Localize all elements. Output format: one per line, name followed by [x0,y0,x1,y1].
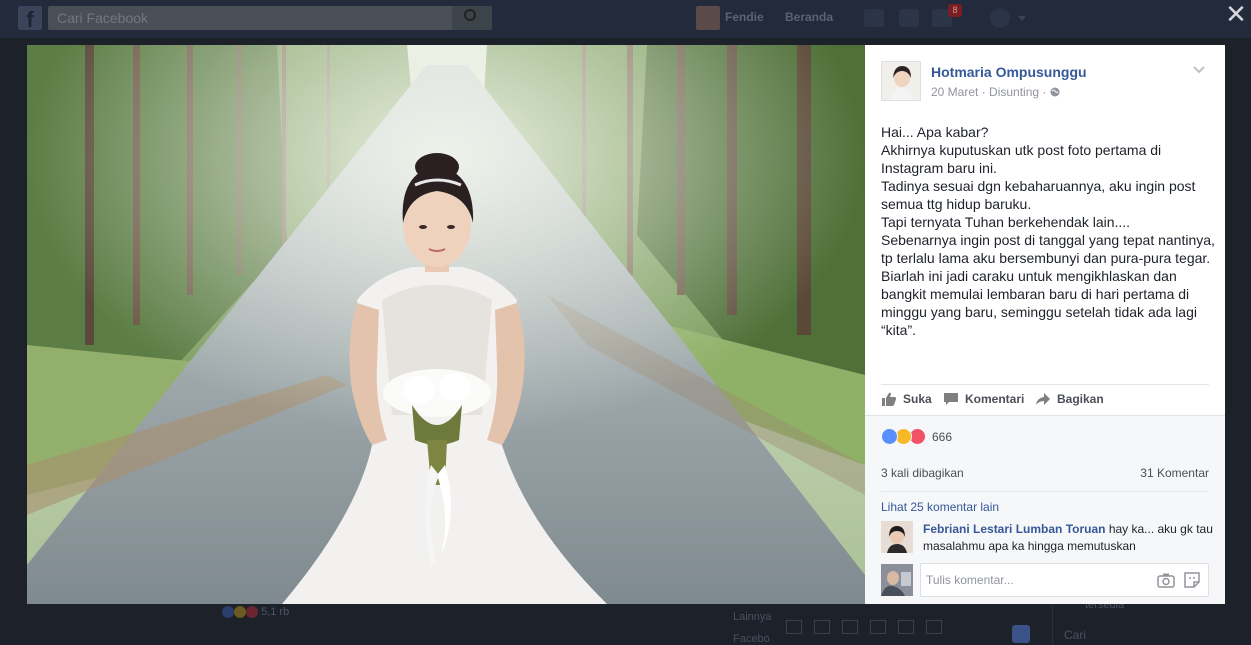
post-panel: Hotmaria Ompusunggu 20 Maret · Disunting… [865,45,1225,604]
background-reaction-count: 5,1 rb [261,606,290,618]
post-edited-label[interactable]: Disunting [989,85,1039,99]
background-strip-icon [870,620,886,634]
post-photo[interactable] [27,45,865,604]
background-strip-icon [786,620,802,634]
current-user-avatar [881,564,913,596]
commenter-avatar[interactable] [881,521,913,553]
nav-avatar[interactable] [696,6,720,30]
notification-badge: 8 [948,4,962,17]
chevron-down-icon[interactable] [1192,64,1206,76]
share-icon [1036,393,1050,405]
close-icon[interactable]: ✕ [1224,1,1248,27]
comment-author[interactable]: Febriani Lestari Lumban Toruan [923,522,1105,536]
author-avatar-image [882,62,920,100]
commenter-avatar-image [881,521,913,553]
background-like-icon [1012,625,1030,643]
camera-icon[interactable] [1157,572,1175,588]
actions-divider [881,384,1209,385]
view-more-comments-link[interactable]: Lihat 25 komentar lain [881,500,999,514]
share-label: Bagikan [1057,392,1104,406]
account-menu-icon[interactable] [1018,16,1026,21]
post-meta: 20 Maret · Disunting · [931,85,1060,99]
background-strip-icon [898,620,914,634]
background-sidebar-search: Cari [1064,628,1087,642]
background-strip-icon [842,620,858,634]
messages-icon[interactable] [899,9,919,27]
shares-count[interactable]: 3 kali dibagikan [881,466,964,480]
search-button[interactable] [452,6,492,30]
comments-divider [881,491,1209,492]
background-side-text: Lainnya Facebo [733,611,772,645]
search-placeholder: Cari Facebook [57,10,149,26]
facebook-top-bar: f Cari Facebook Fendie Beranda 8 [0,0,1251,38]
nav-home-link[interactable]: Beranda [785,10,833,24]
search-icon [464,9,476,21]
quick-help-icon[interactable] [990,8,1010,28]
comments-count[interactable]: 31 Komentar [1140,466,1209,480]
like-label: Suka [903,392,932,406]
background-reactions: 5,1 rb [222,606,290,619]
like-icon [882,392,896,406]
post-text: Hai... Apa kabar? Akhirnya kuputuskan ut… [881,124,1215,338]
nav-profile-link[interactable]: Fendie [725,10,764,24]
comment-icon [944,393,958,405]
comment-input[interactable] [921,564,1151,596]
comments-area: 666 3 kali dibagikan 31 Komentar Lihat 2… [865,415,1225,604]
search-bar[interactable]: Cari Facebook [48,6,492,30]
post-author-name[interactable]: Hotmaria Ompusunggu [931,64,1087,80]
like-reaction-icon [881,428,898,445]
photo-image [27,45,865,604]
background-strip-icon [814,620,830,634]
comment-input-box[interactable] [920,563,1209,597]
friend-requests-icon[interactable] [864,9,884,27]
author-avatar[interactable] [881,61,921,101]
current-user-avatar-image [881,564,913,596]
background-strip-icon [926,620,942,634]
sticker-icon[interactable] [1183,572,1201,588]
facebook-logo[interactable]: f [18,6,42,32]
reactions-count[interactable]: 666 [932,430,952,444]
post-date[interactable]: 20 Maret [931,85,978,99]
globe-icon[interactable] [1050,87,1060,97]
comment-label: Komentari [965,392,1025,406]
comment: Febriani Lestari Lumban Toruan hay ka...… [923,521,1213,555]
